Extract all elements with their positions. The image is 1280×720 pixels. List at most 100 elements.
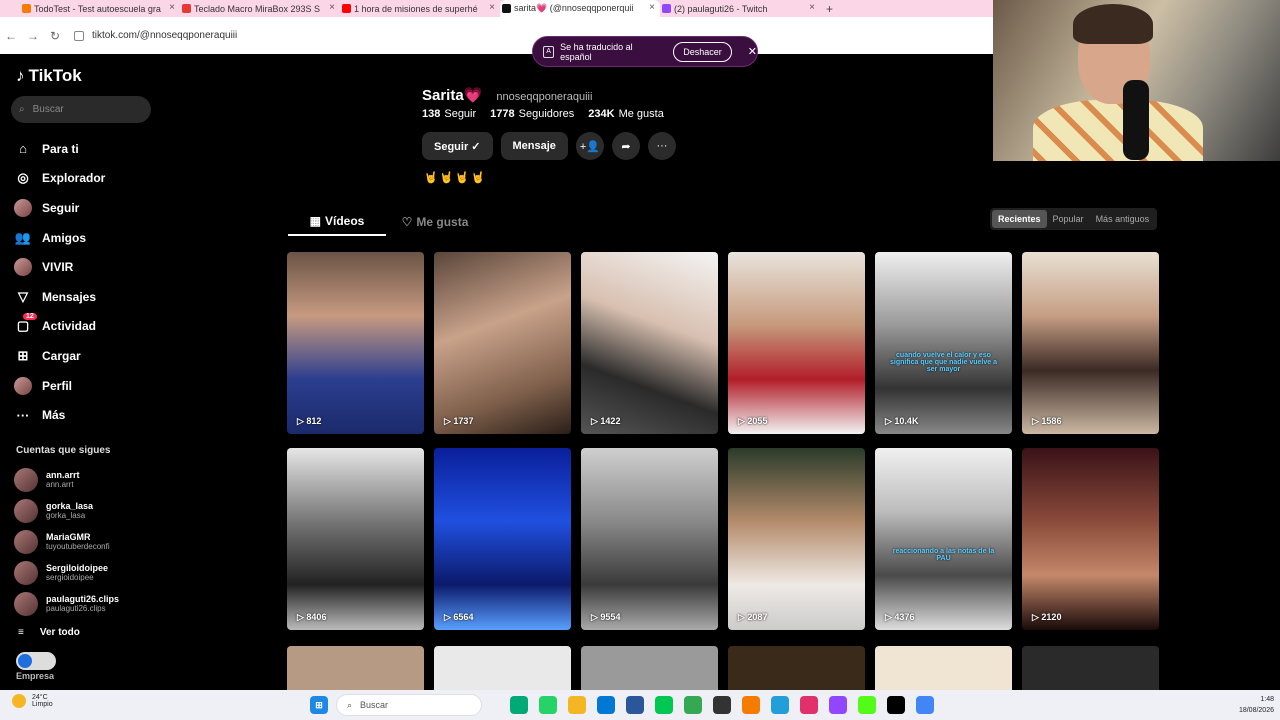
video-thumbnail[interactable]: reaccionando a las notas de la PAU ▷ 4376	[875, 448, 1012, 630]
taskbar-app-icon[interactable]	[713, 696, 731, 714]
sidebar-item-para-ti[interactable]: ⌂ Para ti	[14, 134, 105, 164]
sidebar-item-mensajes[interactable]: ▽ Mensajes	[14, 282, 105, 312]
sidebar-item-más[interactable]: ··· Más	[14, 400, 105, 430]
browser-tab[interactable]: TodoTest - Test autoescuela gra ×	[20, 0, 180, 17]
view-count-value: 9554	[600, 612, 621, 622]
sidebar-item-vivir[interactable]: VIVIR	[14, 252, 105, 282]
browser-tab[interactable]: (2) paulaguti26 - Twitch ×	[660, 0, 820, 17]
taskbar-app-icon[interactable]	[510, 696, 528, 714]
back-icon[interactable]: ←	[0, 29, 22, 43]
taskbar-app-icon[interactable]	[539, 696, 557, 714]
following-account[interactable]: ann.arrt ann.arrt	[14, 464, 119, 495]
sort-option[interactable]: Más antiguos	[1090, 210, 1156, 228]
system-clock[interactable]: 1:48 18/08/2026	[1239, 694, 1274, 716]
video-thumbnail[interactable]: ▷ 1586	[1022, 252, 1159, 434]
plus-icon: ⊞	[17, 347, 29, 363]
video-thumbnail[interactable]	[1022, 646, 1159, 690]
more-icon[interactable]: ···	[647, 132, 676, 160]
sidebar-item-label: Actividad	[42, 319, 97, 334]
sort-option[interactable]: Recientes	[992, 210, 1047, 228]
sidebar-item-explorador[interactable]: ◎ Explorador	[14, 164, 105, 194]
following-account[interactable]: MariaGMR tuyoutuberdeconfi	[14, 526, 119, 557]
taskbar-app-icon[interactable]	[742, 696, 760, 714]
taskbar-app-icon[interactable]	[887, 696, 905, 714]
browser-tab[interactable]: sarita💗 (@nnoseqqponerquii ×	[500, 0, 660, 17]
reload-icon[interactable]: ↻	[44, 29, 66, 43]
undo-translation-button[interactable]: Deshacer	[673, 41, 732, 62]
tab-close-icon[interactable]: ×	[169, 2, 175, 13]
taskbar-app-icon[interactable]	[684, 696, 702, 714]
tiktok-logo[interactable]: ♪ TikTok	[16, 66, 82, 86]
add-friend-icon[interactable]: +👤	[575, 132, 604, 160]
following-account[interactable]: gorka_lasa gorka_lasa	[14, 495, 119, 526]
tab-videos[interactable]: ▦ Vídeos	[288, 208, 386, 236]
tab-close-icon[interactable]: ×	[489, 2, 495, 13]
browser-tab[interactable]: Teclado Macro MiraBox 293S S ×	[180, 0, 340, 17]
video-thumbnail[interactable]	[287, 646, 424, 690]
tab-favicon-icon	[662, 4, 671, 13]
avatar	[14, 591, 38, 616]
taskbar-app-icon[interactable]	[858, 696, 876, 714]
video-thumbnail[interactable]: ▷ 812	[287, 252, 424, 434]
weather-widget[interactable]: 24°C Limpio	[12, 694, 53, 708]
see-all-link[interactable]: ≡ Ver todo	[18, 627, 80, 638]
browser-tab[interactable]: 1 hora de misiones de superhé ×	[340, 0, 500, 17]
sidebar-item-perfil[interactable]: Perfil	[14, 371, 105, 401]
video-thumbnail[interactable]: ▷ 6564	[434, 448, 571, 630]
message-button[interactable]: Mensaje	[500, 132, 568, 160]
url-field[interactable]: tiktok.com/@nnoseqqponeraquiii	[74, 30, 237, 41]
taskbar-app-icon[interactable]	[800, 696, 818, 714]
video-thumbnail[interactable]: ▷ 8406	[287, 448, 424, 630]
following-stat[interactable]: 138 Seguir	[422, 108, 476, 120]
video-thumbnail[interactable]: ▷ 1737	[434, 252, 571, 434]
video-thumbnail[interactable]: ▷ 2055	[728, 252, 865, 434]
video-thumbnail[interactable]	[434, 646, 571, 690]
microphone	[1123, 80, 1149, 160]
share-icon[interactable]: ➦	[611, 132, 640, 160]
taskbar-app-icon[interactable]	[597, 696, 615, 714]
video-thumbnail[interactable]: ▷ 2087	[728, 448, 865, 630]
video-thumbnail[interactable]: ▷ 9554	[581, 448, 718, 630]
more-icon: ···	[16, 407, 30, 423]
sidebar-item-amigos[interactable]: 👥 Amigos	[14, 223, 105, 253]
following-account[interactable]: paulaguti26.clips paulaguti26.clips	[14, 588, 119, 619]
tab-close-icon[interactable]: ×	[649, 2, 655, 13]
new-tab-icon[interactable]: +	[826, 2, 833, 16]
search-input[interactable]: ⌕ Buscar	[11, 96, 151, 123]
account-name: Sergiloidoipee	[46, 563, 109, 573]
taskbar-app-icon[interactable]	[916, 696, 934, 714]
tab-close-icon[interactable]: ×	[809, 2, 815, 13]
video-thumbnail[interactable]: cuando vuelve el calor y eso significa q…	[875, 252, 1012, 434]
tab-close-icon[interactable]: ×	[329, 2, 335, 13]
video-thumbnail[interactable]	[875, 646, 1012, 690]
tab-favicon-icon	[182, 4, 191, 13]
taskbar-app-icon[interactable]	[568, 696, 586, 714]
view-count: ▷ 1586	[1032, 416, 1061, 427]
taskbar-app-icon[interactable]	[655, 696, 673, 714]
video-thumbnail[interactable]	[728, 646, 865, 690]
avatar	[14, 498, 38, 523]
windows-start-icon[interactable]: ⊞	[310, 696, 328, 714]
site-info-icon[interactable]	[74, 30, 84, 41]
tab-likes[interactable]: ♡ Me gusta	[386, 208, 484, 236]
sort-option[interactable]: Popular	[1047, 210, 1090, 228]
sidebar-item-cargar[interactable]: ⊞ Cargar	[14, 341, 105, 371]
following-button[interactable]: Seguir ✓	[422, 132, 493, 160]
followers-stat[interactable]: 1778 Seguidores	[490, 108, 574, 120]
business-toggle[interactable]	[16, 652, 56, 670]
video-thumbnail[interactable]: ▷ 1422	[581, 252, 718, 434]
account-handle: tuyoutuberdeconfi	[46, 542, 110, 551]
taskbar-app-icon[interactable]	[829, 696, 847, 714]
forward-icon[interactable]: →	[22, 29, 44, 43]
taskbar-search[interactable]: ⌕ Buscar	[336, 694, 482, 716]
close-icon[interactable]: ✕	[748, 45, 757, 58]
sidebar-item-seguir[interactable]: Seguir	[14, 193, 105, 223]
following-header: Cuentas que sigues	[16, 445, 111, 456]
following-account[interactable]: Sergiloidoipee sergioidoipee	[14, 557, 119, 588]
taskbar-app-icon[interactable]	[771, 696, 789, 714]
taskbar-app-icon[interactable]	[626, 696, 644, 714]
video-thumbnail[interactable]	[581, 646, 718, 690]
sidebar-item-actividad[interactable]: ▢ 12 Actividad	[14, 312, 105, 342]
sort-selector: Recientes Popular Más antiguos	[990, 208, 1158, 230]
video-thumbnail[interactable]: ▷ 2120	[1022, 448, 1159, 630]
